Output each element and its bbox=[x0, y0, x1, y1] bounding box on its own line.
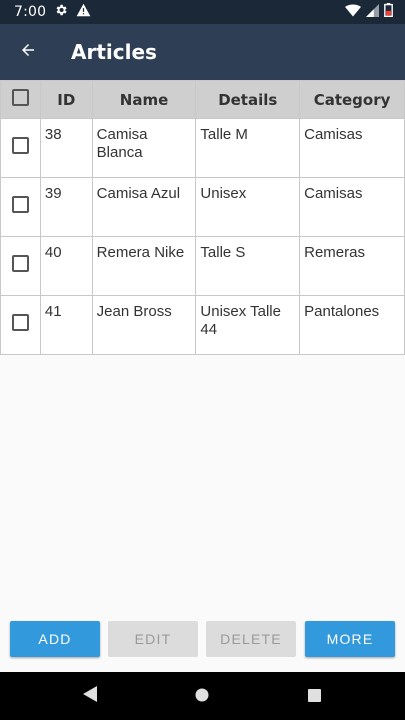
row-checkbox-cell bbox=[0, 236, 41, 296]
warning-icon bbox=[76, 3, 91, 21]
nav-recents-icon bbox=[307, 687, 321, 706]
cell-details: Talle M bbox=[195, 118, 301, 178]
app-bar: Articles bbox=[0, 24, 405, 80]
articles-table: ID Name Details Category 38 Camisa Blanc… bbox=[0, 80, 405, 355]
table-row[interactable]: 40 Remera Nike Talle S Remeras bbox=[0, 236, 405, 296]
cell-name: Remera Nike bbox=[91, 236, 197, 296]
cell-details: Unisex Talle 44 bbox=[195, 295, 301, 355]
cell-id: 41 bbox=[39, 295, 93, 355]
table-header-row: ID Name Details Category bbox=[0, 80, 405, 119]
cell-id: 39 bbox=[39, 177, 93, 237]
status-time: 7:00 bbox=[14, 4, 47, 20]
cell-name: Camisa Azul bbox=[91, 177, 197, 237]
row-checkbox[interactable] bbox=[11, 314, 29, 331]
nav-back-button[interactable] bbox=[60, 672, 120, 720]
nav-home-button[interactable] bbox=[172, 672, 232, 720]
cell-category: Camisas bbox=[299, 177, 405, 237]
wifi-icon bbox=[345, 4, 361, 21]
row-checkbox[interactable] bbox=[11, 196, 29, 213]
cell-id: 40 bbox=[39, 236, 93, 296]
cell-details: Talle S bbox=[195, 236, 301, 296]
row-checkbox[interactable] bbox=[11, 255, 29, 272]
action-bar: ADD EDIT DELETE MORE bbox=[0, 621, 405, 657]
more-button[interactable]: MORE bbox=[305, 621, 395, 657]
back-button[interactable] bbox=[0, 24, 56, 80]
nav-back-icon bbox=[83, 686, 97, 706]
cell-name: Camisa Blanca bbox=[91, 118, 197, 178]
cell-details: Unisex bbox=[195, 177, 301, 237]
cell-category: Pantalones bbox=[299, 295, 405, 355]
header-name[interactable]: Name bbox=[91, 80, 197, 119]
table-row[interactable]: 41 Jean Bross Unisex Talle 44 Pantalones bbox=[0, 295, 405, 355]
cell-id: 38 bbox=[39, 118, 93, 178]
row-checkbox-cell bbox=[0, 177, 41, 237]
header-category[interactable]: Category bbox=[299, 80, 405, 119]
table-row[interactable]: 39 Camisa Azul Unisex Camisas bbox=[0, 177, 405, 237]
nav-recents-button[interactable] bbox=[284, 672, 344, 720]
battery-icon bbox=[384, 3, 393, 21]
select-all-cell bbox=[0, 80, 41, 119]
add-button[interactable]: ADD bbox=[10, 621, 100, 657]
system-nav-bar bbox=[0, 672, 405, 720]
cell-category: Camisas bbox=[299, 118, 405, 178]
delete-button[interactable]: DELETE bbox=[206, 621, 296, 657]
edit-button[interactable]: EDIT bbox=[108, 621, 198, 657]
status-bar: 7:00 bbox=[0, 0, 405, 24]
row-checkbox[interactable] bbox=[11, 137, 29, 154]
nav-home-icon bbox=[195, 687, 209, 706]
signal-icon bbox=[366, 3, 379, 21]
header-id[interactable]: ID bbox=[39, 80, 93, 119]
table-row[interactable]: 38 Camisa Blanca Talle M Camisas bbox=[0, 118, 405, 178]
gear-icon bbox=[54, 3, 68, 21]
page-title: Articles bbox=[71, 40, 157, 64]
select-all-checkbox[interactable] bbox=[11, 89, 29, 106]
header-details[interactable]: Details bbox=[195, 80, 301, 119]
row-checkbox-cell bbox=[0, 118, 41, 178]
cell-name: Jean Bross bbox=[91, 295, 197, 355]
cell-category: Remeras bbox=[299, 236, 405, 296]
arrow-back-icon bbox=[19, 41, 37, 63]
row-checkbox-cell bbox=[0, 295, 41, 355]
